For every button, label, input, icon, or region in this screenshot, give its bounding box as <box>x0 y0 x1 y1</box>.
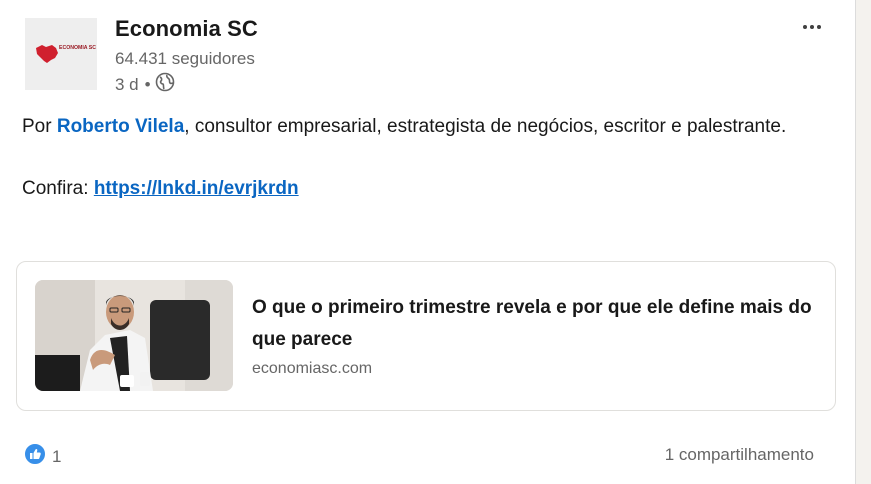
post-meta: 3 d • <box>115 72 175 97</box>
reactions-summary[interactable]: 1 <box>24 443 61 470</box>
article-thumbnail[interactable] <box>35 280 233 391</box>
article-preview-card[interactable]: O que o primeiro trimestre revela e por … <box>16 261 836 411</box>
company-logo[interactable]: ECONOMIA SC <box>25 18 97 90</box>
logo-text: ECONOMIA SC <box>59 45 96 51</box>
intro-suffix: , consultor empresarial, estrategista de… <box>184 116 787 137</box>
page-scroll-edge <box>855 0 871 484</box>
post-intro: Por Roberto Vilela, consultor empresaria… <box>22 111 812 142</box>
short-link[interactable]: https://lnkd.in/evrjkrdn <box>94 178 299 199</box>
article-title[interactable]: O que o primeiro trimestre revela e por … <box>252 292 812 356</box>
logo-graphic: ECONOMIA SC <box>25 18 97 90</box>
post-confira: Confira: https://lnkd.in/evrjkrdn <box>22 173 812 204</box>
post-time: 3 d <box>115 74 139 94</box>
article-source: economiasc.com <box>252 360 373 377</box>
globe-icon <box>155 72 175 97</box>
reaction-count: 1 <box>52 446 62 466</box>
follower-count: 64.431 seguidores <box>115 49 255 68</box>
author-link[interactable]: Roberto Vilela <box>57 116 184 137</box>
confira-label: Confira: <box>22 178 94 199</box>
post-body: Por Roberto Vilela, consultor empresaria… <box>22 111 812 204</box>
intro-prefix: Por <box>22 116 57 137</box>
company-name[interactable]: Economia SC <box>115 16 258 42</box>
share-count[interactable]: 1 compartilhamento <box>665 445 814 465</box>
meta-separator: • <box>144 74 151 94</box>
like-reaction-icon <box>24 443 46 470</box>
more-options-icon[interactable] <box>796 14 828 40</box>
feed-post-card: ECONOMIA SC Economia SC 64.431 seguidore… <box>0 0 855 484</box>
